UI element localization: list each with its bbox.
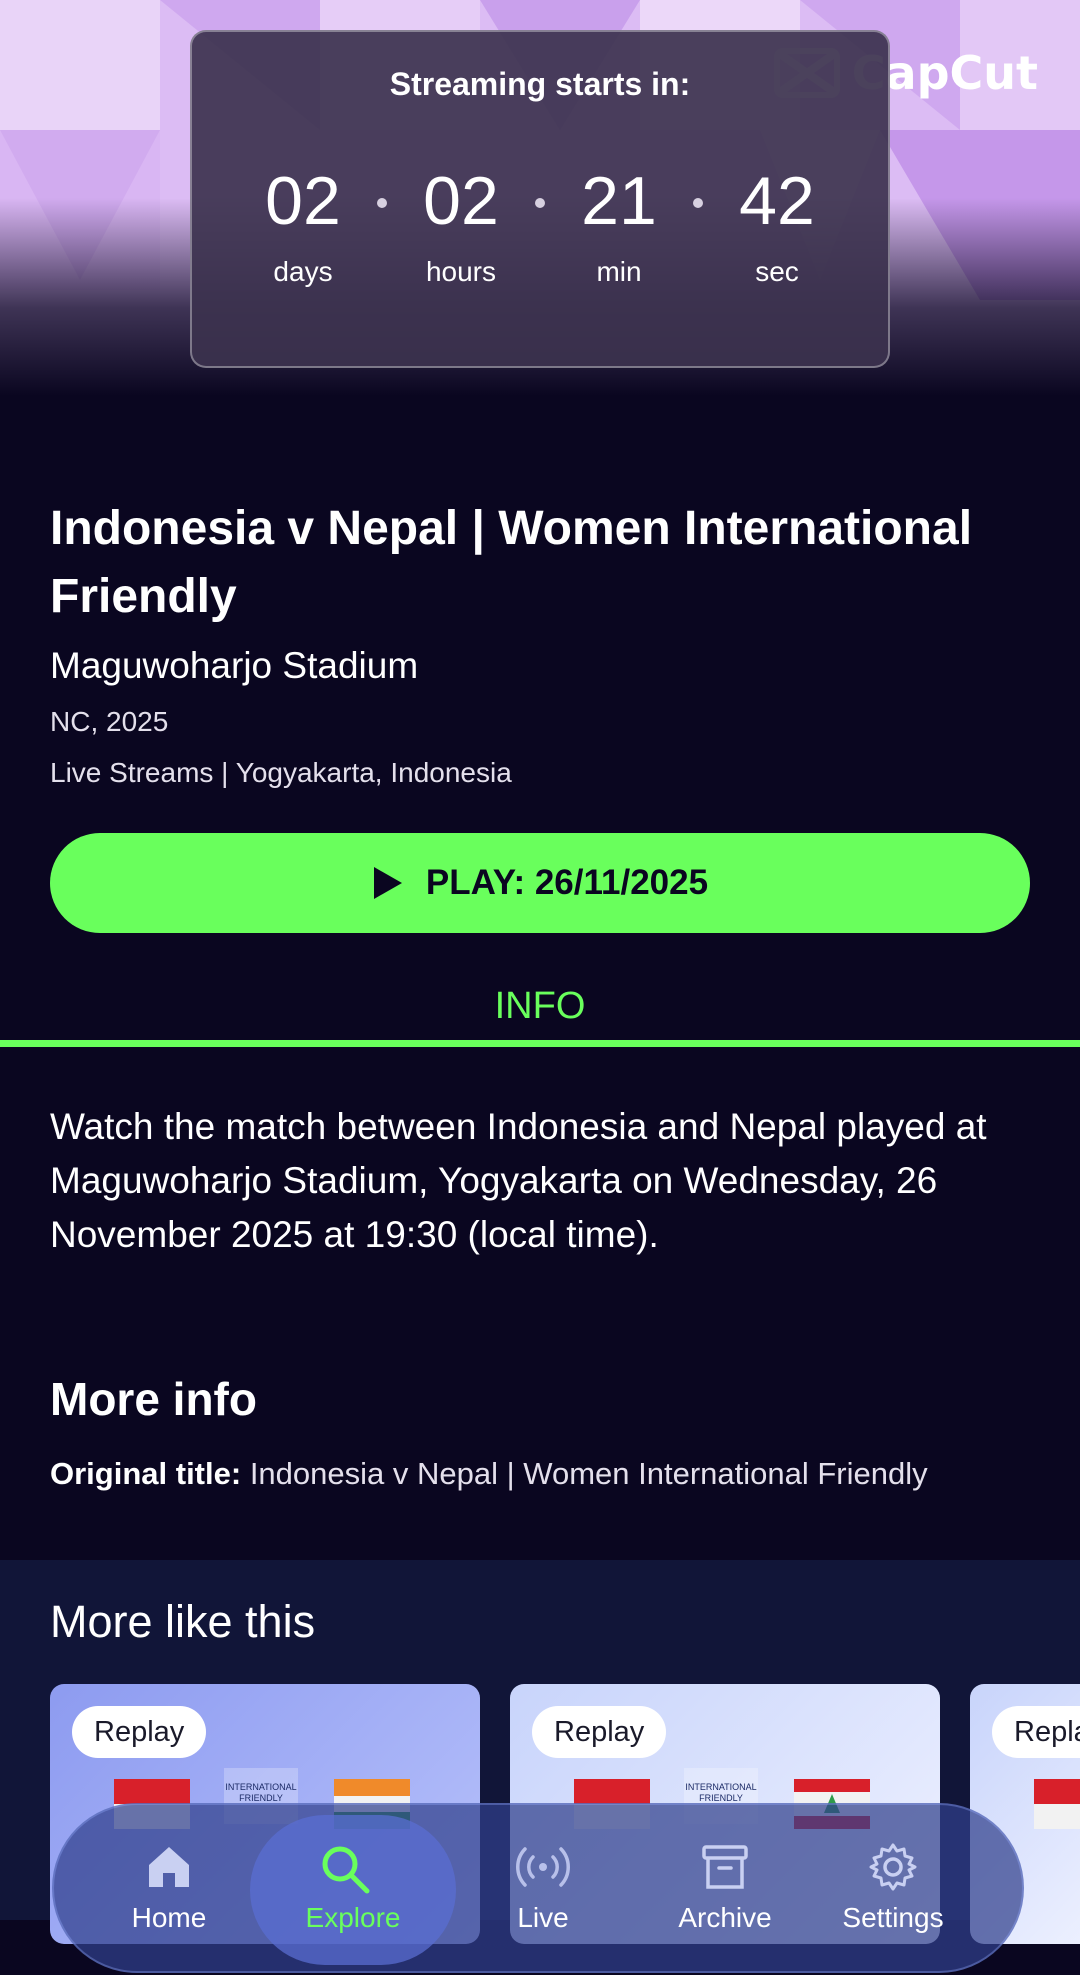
event-meta: Live Streams | Yogyakarta, Indonesia: [50, 757, 512, 788]
countdown-title: Streaming starts in:: [389, 66, 691, 102]
hero-banner: CapCut Streaming starts in: 02 days 02 h…: [0, 0, 1080, 440]
nav-item-explore[interactable]: Explore: [250, 1805, 456, 1975]
nav-item-settings[interactable]: Settings: [798, 1805, 988, 1975]
separator-dot: [535, 198, 545, 208]
replay-badge: Replay: [72, 1706, 207, 1758]
countdown-days: 02 days: [224, 162, 382, 288]
play-button[interactable]: PLAY: 26/11/2025: [50, 833, 1030, 933]
original-title-label: Original title:: [50, 1456, 242, 1491]
event-description: Watch the match between Indonesia and Ne…: [50, 1106, 987, 1255]
tab-info[interactable]: INFO: [0, 985, 1080, 1028]
event-title: Indonesia v Nepal | Women International …: [50, 502, 973, 623]
nav-item-live[interactable]: Live: [448, 1805, 638, 1975]
nav-label: Live: [517, 1902, 569, 1933]
broadcast-icon: [516, 1847, 570, 1887]
play-icon: [373, 867, 402, 899]
countdown-label: min: [596, 256, 642, 287]
tab-indicator: [0, 1040, 1080, 1047]
countdown-label: hours: [425, 256, 497, 287]
nav-label: Explore: [305, 1902, 401, 1933]
gear-icon: [869, 1843, 917, 1891]
countdown-panel: Streaming starts in: 02 days 02 hours 21…: [190, 30, 890, 368]
countdown-label: sec: [755, 256, 799, 287]
nav-item-archive[interactable]: Archive: [630, 1805, 820, 1975]
search-icon: [322, 1846, 370, 1894]
countdown-value: 02: [423, 163, 499, 239]
countdown-value: 02: [265, 163, 341, 239]
archive-icon: [702, 1845, 748, 1889]
countdown-value: 42: [739, 163, 815, 239]
countdown-hours: 02 hours: [377, 162, 540, 288]
event-venue: Maguwoharjo Stadium: [50, 645, 419, 686]
more-like-this-heading: More like this: [50, 1596, 316, 1647]
nav-label: Settings: [842, 1902, 944, 1933]
separator-dot: [377, 198, 387, 208]
nav-label: Home: [131, 1902, 207, 1933]
countdown-minutes: 21 min: [535, 162, 698, 288]
replay-badge: Replay: [532, 1706, 667, 1758]
countdown-seconds: 42 sec: [693, 162, 856, 288]
countdown-label: days: [273, 256, 333, 287]
nav-label: Archive: [678, 1902, 772, 1933]
bottom-nav: Home Explore Live Archive Settings: [52, 1803, 1024, 1973]
more-info-heading: More info: [50, 1373, 257, 1425]
home-icon: [149, 1847, 189, 1887]
original-title: Original title: Indonesia v Nepal | Wome…: [50, 1456, 928, 1492]
event-season: NC, 2025: [50, 706, 169, 737]
original-title-value: Indonesia v Nepal | Women International …: [249, 1456, 928, 1491]
separator-dot: [693, 198, 703, 208]
indonesia-flag-icon: [1034, 1779, 1080, 1829]
play-button-label: PLAY: 26/11/2025: [425, 863, 709, 902]
countdown-value: 21: [581, 163, 657, 239]
replay-badge: Replay: [992, 1706, 1080, 1758]
nav-item-home[interactable]: Home: [74, 1805, 264, 1975]
